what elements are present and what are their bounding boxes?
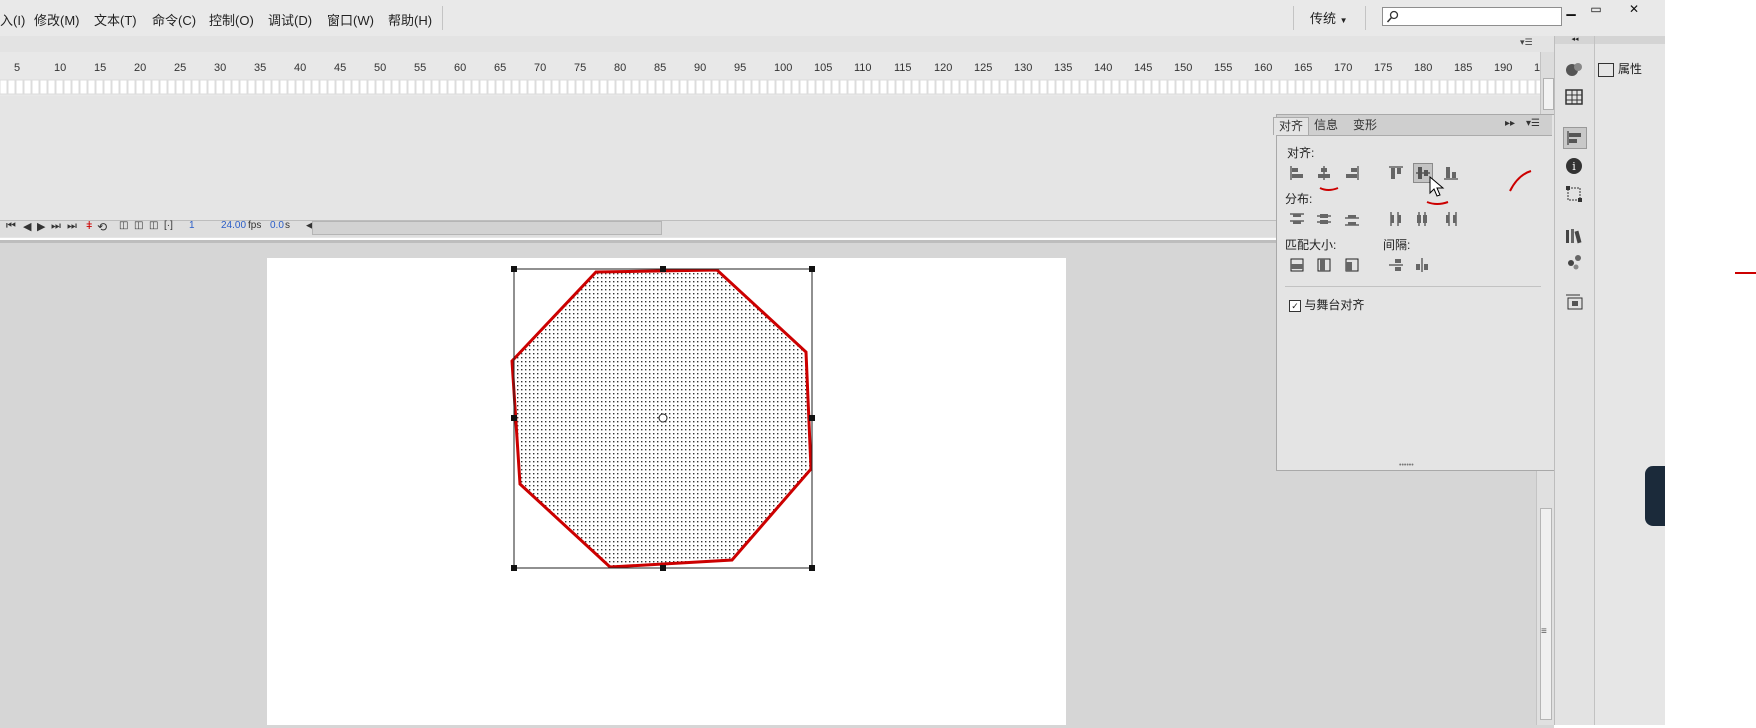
annotation-underline <box>1319 187 1339 191</box>
properties-label: 属性 <box>1618 62 1643 76</box>
collapse-dock-icon[interactable]: ◂◂ <box>1555 36 1595 44</box>
align-panel-icon[interactable] <box>1563 127 1587 149</box>
annotation-dash <box>1735 272 1756 274</box>
properties-tab[interactable]: 属性 <box>1598 60 1642 77</box>
floating-widget[interactable] <box>1645 466 1665 526</box>
color-icon[interactable] <box>1563 59 1585 79</box>
components-icon[interactable] <box>1563 252 1585 272</box>
motion-presets-icon[interactable] <box>1563 292 1585 312</box>
properties-column <box>1594 36 1666 725</box>
svg-text:i: i <box>1572 160 1576 173</box>
swatches-icon[interactable] <box>1563 87 1585 107</box>
desktop-background <box>1665 0 1756 725</box>
annotation-underline <box>1426 201 1449 205</box>
properties-icon <box>1598 62 1614 77</box>
red-annotations <box>1319 170 1756 274</box>
transform-icon[interactable] <box>1563 184 1585 204</box>
annotation-check <box>1509 170 1532 192</box>
column-header <box>1595 36 1666 44</box>
library-icon[interactable] <box>1563 226 1585 246</box>
mouse-cursor-icon <box>1429 176 1445 197</box>
info-icon[interactable]: i <box>1563 156 1585 176</box>
